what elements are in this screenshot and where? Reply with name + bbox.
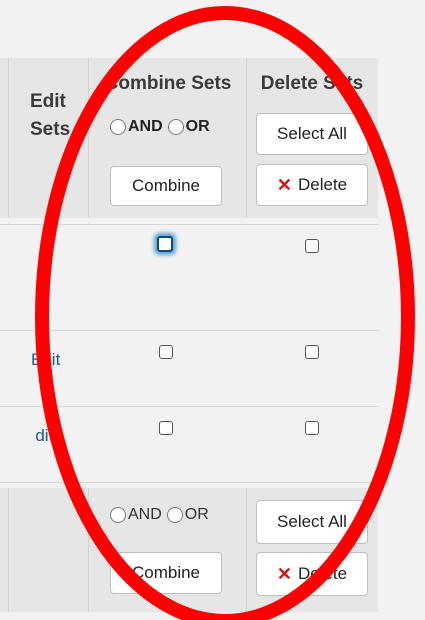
or-label: OR xyxy=(185,118,210,135)
combine-checkbox[interactable] xyxy=(157,236,173,252)
column-divider xyxy=(88,58,89,218)
column-divider xyxy=(88,488,89,612)
row-divider xyxy=(0,224,378,225)
combine-sets-title: Combine Sets xyxy=(104,73,232,94)
delete-sets-title: Delete Sets xyxy=(260,73,364,94)
combine-checkbox[interactable] xyxy=(159,421,173,435)
column-divider xyxy=(246,58,247,218)
combine-button[interactable]: Combine xyxy=(110,166,222,206)
or-radio[interactable] xyxy=(167,119,184,135)
row-divider xyxy=(0,482,378,483)
and-label: AND xyxy=(128,506,162,523)
or-radio[interactable] xyxy=(166,507,183,523)
column-divider xyxy=(246,488,247,612)
row-divider xyxy=(0,330,378,331)
edit-link-clip: Edit xyxy=(36,426,76,448)
delete-button[interactable]: ✕ Delete xyxy=(256,164,368,206)
delete-checkbox[interactable] xyxy=(305,421,319,435)
delete-label: Delete xyxy=(297,564,348,583)
edit-link[interactable]: Edit xyxy=(31,350,60,370)
combine-mode-radio-group-footer: AND OR xyxy=(110,506,209,524)
and-radio[interactable] xyxy=(110,507,126,523)
delete-checkbox[interactable] xyxy=(305,239,319,253)
select-all-button[interactable]: Select All xyxy=(256,113,368,155)
combine-checkbox[interactable] xyxy=(159,345,173,359)
delete-label: Delete xyxy=(297,175,348,194)
combine-mode-radio-group: AND OR xyxy=(110,118,210,136)
and-radio[interactable] xyxy=(110,119,126,135)
close-icon: ✕ xyxy=(276,563,292,584)
column-divider xyxy=(8,58,9,218)
edit-sets-title-line2: Sets xyxy=(30,119,71,140)
select-all-button-footer[interactable]: Select All xyxy=(256,500,368,544)
delete-checkbox[interactable] xyxy=(305,345,319,359)
combine-button-footer[interactable]: Combine xyxy=(110,552,222,594)
row-divider xyxy=(0,406,378,407)
and-label: AND xyxy=(128,118,163,135)
edit-sets-title-line1: Edit xyxy=(30,91,66,112)
close-icon: ✕ xyxy=(276,174,292,195)
column-divider xyxy=(8,488,9,612)
delete-button-footer[interactable]: ✕ Delete xyxy=(256,552,368,596)
or-label: OR xyxy=(184,506,209,523)
edit-link[interactable]: Edit xyxy=(36,426,53,446)
